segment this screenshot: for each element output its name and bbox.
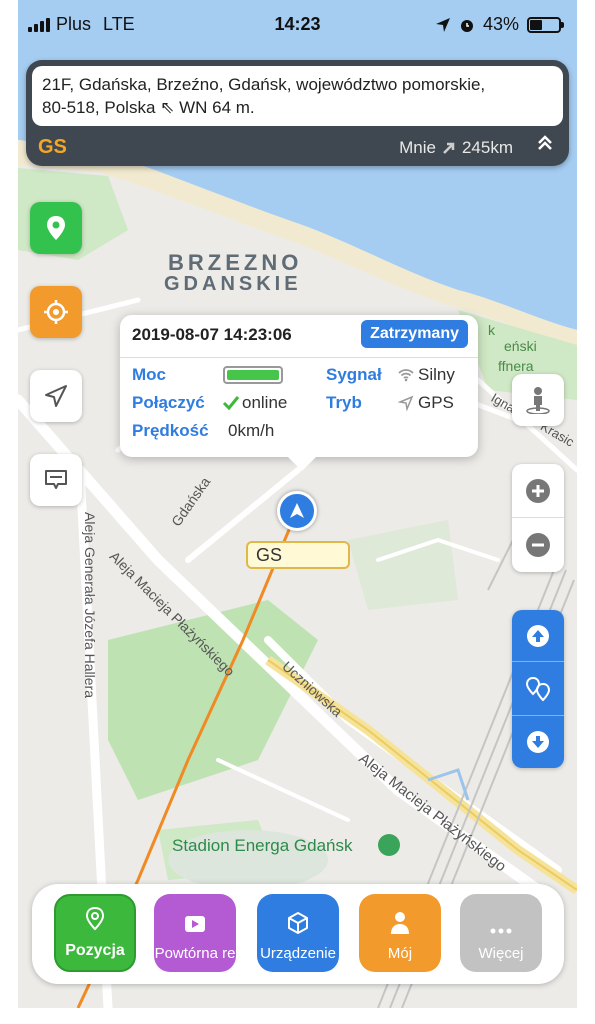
zoom-out-button[interactable] xyxy=(512,518,564,572)
map-street-label: k xyxy=(488,322,495,338)
zoom-in-button[interactable] xyxy=(512,464,564,518)
tab-device[interactable]: Urządzenie xyxy=(257,894,339,972)
collapse-button[interactable] xyxy=(531,132,559,160)
connect-label: Połączyć xyxy=(132,393,205,412)
address-panel: 21F, Gdańska, Brzeźno, Gdańsk, województ… xyxy=(26,60,569,166)
address-box: 21F, Gdańska, Brzeźno, Gdańsk, województ… xyxy=(32,66,563,126)
direction-arrow-icon xyxy=(443,142,455,154)
zoom-control xyxy=(512,464,564,572)
scroll-down-button[interactable] xyxy=(512,716,564,768)
distance-label: Mnie xyxy=(399,138,436,157)
popup-datetime: 2019-08-07 14:23:06 xyxy=(132,325,292,344)
mode-label: Tryb xyxy=(326,393,362,412)
target-icon xyxy=(44,300,68,324)
multi-pin-icon xyxy=(525,676,551,701)
tab-playback[interactable]: Powtórna re xyxy=(154,894,236,972)
tab-profile[interactable]: Mój xyxy=(359,894,441,972)
signal-label: Sygnał xyxy=(326,365,382,384)
gps-icon xyxy=(398,395,414,411)
connect-value: online xyxy=(242,393,288,412)
street-view-button[interactable] xyxy=(512,374,564,426)
speed-label: Prędkość xyxy=(132,421,209,440)
signal-value: Silny xyxy=(418,365,455,384)
check-icon xyxy=(222,396,240,411)
alarm-icon xyxy=(460,19,473,32)
address-line: 80-518, Polska ⇖ WN 64 m. xyxy=(42,98,255,117)
message-button[interactable] xyxy=(30,454,82,506)
tab-position[interactable]: Pozycja xyxy=(54,894,136,972)
distance-info: Mnie 245km xyxy=(399,138,513,158)
battery-level-icon xyxy=(223,366,283,384)
location-arrow-icon xyxy=(435,17,450,32)
marker-label[interactable]: GS xyxy=(246,541,350,569)
zoom-out-icon xyxy=(526,533,550,557)
map-street-label: eński xyxy=(504,338,537,354)
send-button[interactable] xyxy=(30,370,82,422)
tab-label: Powtórna re xyxy=(154,945,236,962)
message-icon xyxy=(45,470,67,489)
cube-icon xyxy=(288,912,308,934)
battery-percent: 43% xyxy=(482,14,519,34)
bottom-nav: Pozycja Powtórna re Urządzenie Mój Więce… xyxy=(32,884,564,984)
device-info-popup: 2019-08-07 14:23:06 Zatrzymany Moc Sygna… xyxy=(120,315,478,471)
map-area-label: GDANSKIE xyxy=(164,273,302,295)
location-pin-icon xyxy=(85,906,105,931)
map-street-label: ffnera xyxy=(498,358,534,374)
tab-label: Mój xyxy=(387,945,413,962)
power-label: Moc xyxy=(132,365,166,384)
status-badge: Zatrzymany xyxy=(361,320,468,348)
speed-value: 0km/h xyxy=(228,421,275,440)
zoom-in-icon xyxy=(526,478,550,503)
mode-value: GPS xyxy=(418,393,454,412)
user-icon xyxy=(391,912,409,934)
device-name: GS xyxy=(38,136,67,158)
location-pin-icon xyxy=(47,216,65,240)
show-all-button[interactable] xyxy=(512,662,564,716)
street-view-icon xyxy=(526,387,550,414)
tab-more[interactable]: Więcej xyxy=(460,894,542,972)
location-button[interactable] xyxy=(30,202,82,254)
status-bar: Plus LTE 14:23 43% xyxy=(18,0,577,48)
map-nav-control xyxy=(512,610,564,768)
chevron-up-icon xyxy=(538,135,552,150)
map-poi-label: Stadion Energa Gdańsk xyxy=(172,836,353,855)
app-screen: BRZEZNO GDANSKIE k eński ffnera Gdańska … xyxy=(18,0,577,1008)
map-street-label: Aleja Generała Józefa Hallera xyxy=(82,512,98,698)
arrow-down-icon xyxy=(527,731,549,753)
video-icon xyxy=(185,916,205,932)
stadium-icon xyxy=(378,834,400,856)
more-icon xyxy=(490,928,512,934)
distance-value: 245km xyxy=(461,138,513,157)
divider xyxy=(120,357,478,358)
arrow-up-icon xyxy=(527,624,549,647)
scroll-up-button[interactable] xyxy=(512,610,564,662)
send-icon xyxy=(45,385,67,407)
battery-icon xyxy=(527,16,564,33)
tab-label: Urządzenie xyxy=(260,945,336,962)
track-button[interactable] xyxy=(30,286,82,338)
address-line: 21F, Gdańska, Brzeźno, Gdańsk, województ… xyxy=(42,75,486,94)
tab-label: Pozycja xyxy=(65,942,125,959)
wifi-icon xyxy=(398,369,414,382)
tab-label: Więcej xyxy=(478,945,524,962)
navigation-arrow-icon[interactable] xyxy=(277,491,317,531)
